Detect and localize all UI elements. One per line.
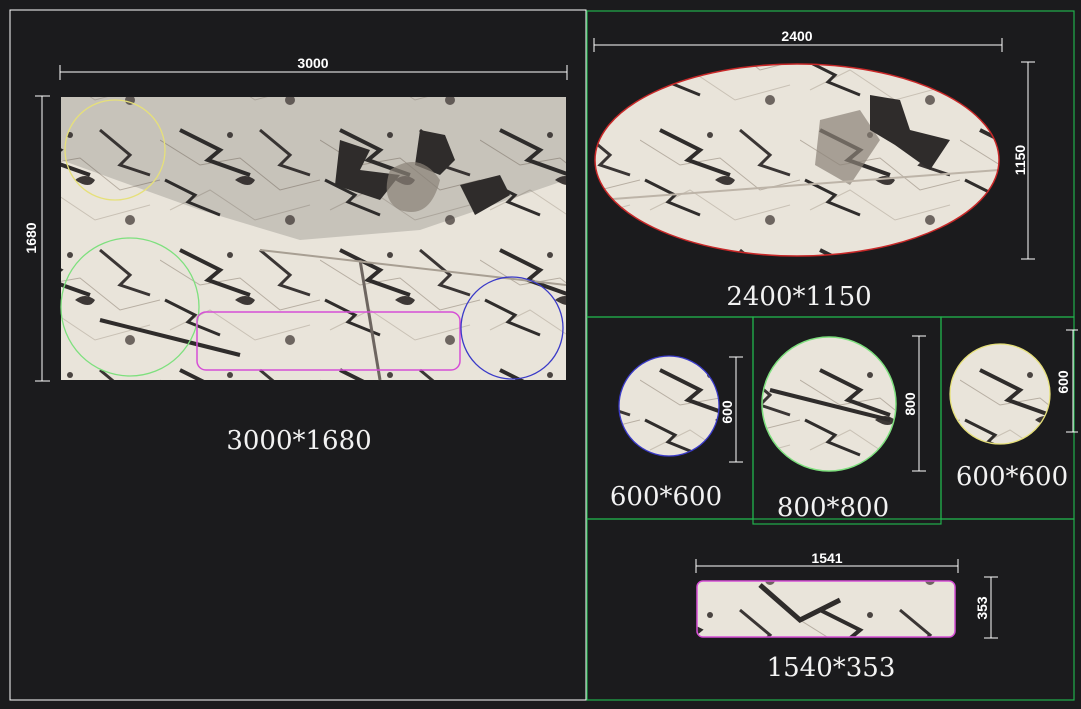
slab-width-label: 3000 bbox=[297, 55, 328, 71]
circle-600-left-caption: 600*600 bbox=[610, 482, 722, 512]
circle-800-marble bbox=[762, 337, 896, 471]
oval-marble bbox=[595, 64, 999, 256]
circle-800-caption: 800*800 bbox=[777, 493, 889, 523]
slab-caption: 3000*1680 bbox=[226, 426, 371, 456]
oval-height-label: 1150 bbox=[1012, 145, 1028, 176]
circle-800-dim-label: 800 bbox=[902, 392, 918, 416]
circle-600-right-dim-label: 600 bbox=[1055, 370, 1071, 394]
circle-600-right-caption: 600*600 bbox=[956, 462, 1068, 492]
strip-width-label: 1541 bbox=[811, 550, 842, 566]
strip-height-label: 353 bbox=[974, 596, 990, 620]
circle-600-right-marble bbox=[950, 344, 1050, 444]
circle-600-left-dim-label: 600 bbox=[719, 400, 735, 424]
strip-caption: 1540*353 bbox=[767, 653, 896, 683]
oval-caption: 2400*1150 bbox=[726, 282, 871, 312]
oval-width-label: 2400 bbox=[781, 28, 812, 44]
layout-drawing: 3000 1680 3000*1680 2400 1150 2400*1150 … bbox=[9, 9, 1078, 701]
strip-marble bbox=[697, 581, 955, 637]
circle-600-left-marble bbox=[619, 356, 719, 456]
slab-height-label: 1680 bbox=[23, 222, 39, 253]
